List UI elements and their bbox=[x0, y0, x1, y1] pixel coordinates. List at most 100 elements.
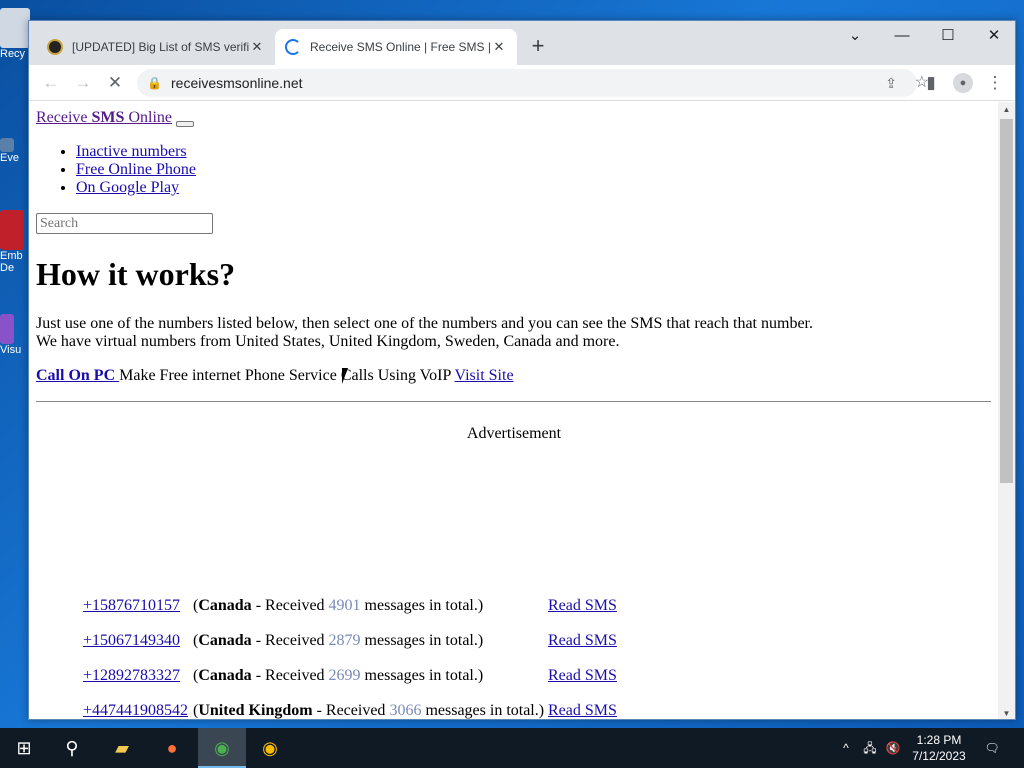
received-text: - Received bbox=[312, 702, 390, 719]
nav-item: Inactive numbers bbox=[76, 143, 196, 161]
chrome-icon[interactable]: ◉ bbox=[246, 728, 294, 768]
desktop-label: Recy bbox=[0, 48, 26, 60]
nav-item: On Google Play bbox=[76, 179, 196, 197]
page-scrollbar[interactable]: ▲ ▼ bbox=[998, 102, 1015, 719]
new-tab-icon[interactable]: + bbox=[525, 34, 551, 60]
tab-title: Receive SMS Online | Free SMS | bbox=[310, 40, 491, 54]
nav-link-inactive-numbers[interactable]: Inactive numbers bbox=[76, 143, 187, 160]
tab-receive-sms[interactable]: Receive SMS Online | Free SMS | ✕ bbox=[275, 29, 517, 65]
side-panel-icon[interactable]: ▮ bbox=[917, 69, 945, 97]
page-heading: How it works? bbox=[36, 256, 236, 292]
phone-number-link[interactable]: +12892783327 bbox=[83, 667, 180, 684]
read-sms-link[interactable]: Read SMS bbox=[548, 597, 617, 632]
brand-link[interactable]: Receive SMS Online bbox=[36, 109, 172, 127]
number-info: (Canada - Received 4901 messages in tota… bbox=[193, 597, 484, 614]
share-icon[interactable]: ⇪ bbox=[885, 69, 897, 97]
minimize-icon[interactable]: — bbox=[879, 21, 925, 51]
intro-line-2: We have virtual numbers from United Stat… bbox=[36, 333, 620, 350]
numbers-list: +15876710157 (Canada - Received 4901 mes… bbox=[83, 597, 617, 719]
clock-time: 1:28 PM bbox=[916, 733, 962, 747]
lock-icon[interactable]: 🔒 bbox=[147, 69, 162, 97]
embarcadero-icon[interactable]: Emb De bbox=[0, 210, 30, 274]
message-count: 2699 bbox=[328, 667, 361, 684]
loading-spinner-icon bbox=[285, 39, 301, 55]
back-arrow-icon[interactable]: ← bbox=[37, 69, 65, 97]
country-name: Canada bbox=[198, 597, 252, 614]
number-row: +12892783327 (Canada - Received 2699 mes… bbox=[83, 667, 617, 702]
intro-line-1: Just use one of the numbers listed below… bbox=[36, 315, 813, 332]
forward-arrow-icon[interactable]: → bbox=[69, 69, 97, 97]
messages-text: messages in total.) bbox=[421, 702, 545, 719]
close-tab-icon[interactable]: ✕ bbox=[249, 39, 265, 55]
file-explorer-icon[interactable]: ▰ bbox=[98, 728, 146, 768]
clock-date: 7/12/2023 bbox=[912, 749, 966, 763]
brand-bold: SMS bbox=[91, 109, 125, 126]
scrollbar-thumb[interactable] bbox=[1000, 119, 1013, 483]
volume-muted-icon[interactable]: 🔇 bbox=[882, 728, 904, 768]
number-row: +15067149340 (Canada - Received 2879 mes… bbox=[83, 632, 617, 667]
read-sms-link[interactable]: Read SMS bbox=[548, 702, 617, 719]
system-clock[interactable]: 1:28 PM 7/12/2023 bbox=[904, 732, 974, 764]
intro-text: Just use one of the numbers listed below… bbox=[36, 315, 813, 351]
country-name: Canada bbox=[198, 632, 252, 649]
call-description: Make Free internet Phone Service Calls U… bbox=[119, 367, 455, 384]
blackhat-favicon-icon bbox=[47, 39, 63, 55]
number-info: (Canada - Received 2879 messages in tota… bbox=[193, 632, 484, 649]
notifications-icon[interactable]: 🗨 bbox=[980, 728, 1004, 768]
number-row: +15876710157 (Canada - Received 4901 mes… bbox=[83, 597, 617, 632]
web-page: Receive SMS Online Inactive numbers Free… bbox=[29, 102, 999, 719]
received-text: - Received bbox=[251, 632, 329, 649]
address-bar[interactable]: 🔒 receivesmsonline.net ⇪ ☆ bbox=[137, 69, 929, 97]
browser-window: [UPDATED] Big List of SMS verific ✕ Rece… bbox=[28, 20, 1016, 720]
maximize-icon[interactable]: ☐ bbox=[925, 21, 971, 51]
messages-text: messages in total.) bbox=[360, 667, 484, 684]
advertisement-label: Advertisement bbox=[466, 425, 562, 442]
read-sms-link[interactable]: Read SMS bbox=[548, 632, 617, 667]
desktop-label: Emb De bbox=[0, 250, 23, 274]
taskbar: ⊞ ⚲ ▰ ● ◉ ◉ ^ 🖧 🔇 1:28 PM 7/12/2023 🗨 bbox=[0, 728, 1024, 768]
visual-studio-icon[interactable]: Visu bbox=[0, 314, 30, 356]
message-count: 2879 bbox=[328, 632, 361, 649]
call-on-pc-banner: Call On PC Make Free internet Phone Serv… bbox=[36, 367, 514, 385]
phone-number-link[interactable]: +15876710157 bbox=[83, 597, 180, 614]
received-text: - Received bbox=[251, 597, 329, 614]
profile-avatar-icon[interactable]: ● bbox=[949, 69, 977, 97]
toolbar: ← → ✕ 🔒 receivesmsonline.net ⇪ ☆ ▮ ● ⋮ bbox=[29, 65, 1015, 101]
scroll-down-arrow-icon[interactable]: ▼ bbox=[998, 706, 1015, 719]
tab-sms-list[interactable]: [UPDATED] Big List of SMS verific ✕ bbox=[37, 29, 275, 65]
phone-number-link[interactable]: +447441908542 bbox=[83, 702, 188, 719]
search-icon[interactable]: ⚲ bbox=[48, 728, 96, 768]
chrome-active-icon[interactable]: ◉ bbox=[198, 728, 246, 768]
number-row: +447441908542 (United Kingdom - Received… bbox=[83, 702, 617, 719]
mouse-cursor-icon bbox=[342, 368, 354, 384]
tab-search-chevron-icon[interactable]: ⌄ bbox=[832, 21, 878, 51]
desktop-label: Visu bbox=[0, 344, 22, 356]
menu-kebab-icon[interactable]: ⋮ bbox=[981, 69, 1009, 97]
scroll-up-arrow-icon[interactable]: ▲ bbox=[998, 102, 1015, 117]
firefox-icon[interactable]: ● bbox=[148, 728, 196, 768]
brand-suffix: Online bbox=[124, 109, 172, 126]
visit-site-link[interactable]: Visit Site bbox=[455, 367, 514, 384]
phone-number-link[interactable]: +15067149340 bbox=[83, 632, 180, 649]
recycle-bin-icon[interactable]: Recy bbox=[0, 8, 30, 60]
close-window-icon[interactable]: ✕ bbox=[971, 21, 1015, 51]
messages-text: messages in total.) bbox=[360, 597, 484, 614]
navbar-toggle-button[interactable] bbox=[176, 121, 194, 127]
messages-text: messages in total.) bbox=[360, 632, 484, 649]
network-icon[interactable]: 🖧 bbox=[858, 728, 882, 768]
close-tab-icon[interactable]: ✕ bbox=[491, 39, 507, 55]
nav-link-google-play[interactable]: On Google Play bbox=[76, 179, 179, 196]
search-input[interactable] bbox=[36, 213, 213, 234]
stop-loading-icon[interactable]: ✕ bbox=[101, 69, 129, 97]
number-info: (United Kingdom - Received 3066 messages… bbox=[193, 702, 545, 719]
call-on-pc-link[interactable]: Call On PC bbox=[36, 367, 119, 384]
show-hidden-icons-chevron-icon[interactable]: ^ bbox=[836, 728, 856, 768]
country-name: Canada bbox=[198, 667, 252, 684]
nav-link-free-online-phone[interactable]: Free Online Phone bbox=[76, 161, 196, 178]
nav-list: Inactive numbers Free Online Phone On Go… bbox=[76, 143, 196, 197]
message-count: 3066 bbox=[389, 702, 422, 719]
divider bbox=[36, 401, 991, 402]
event-viewer-icon[interactable]: Eve bbox=[0, 138, 30, 164]
windows-start-icon[interactable]: ⊞ bbox=[0, 728, 48, 768]
read-sms-link[interactable]: Read SMS bbox=[548, 667, 617, 702]
